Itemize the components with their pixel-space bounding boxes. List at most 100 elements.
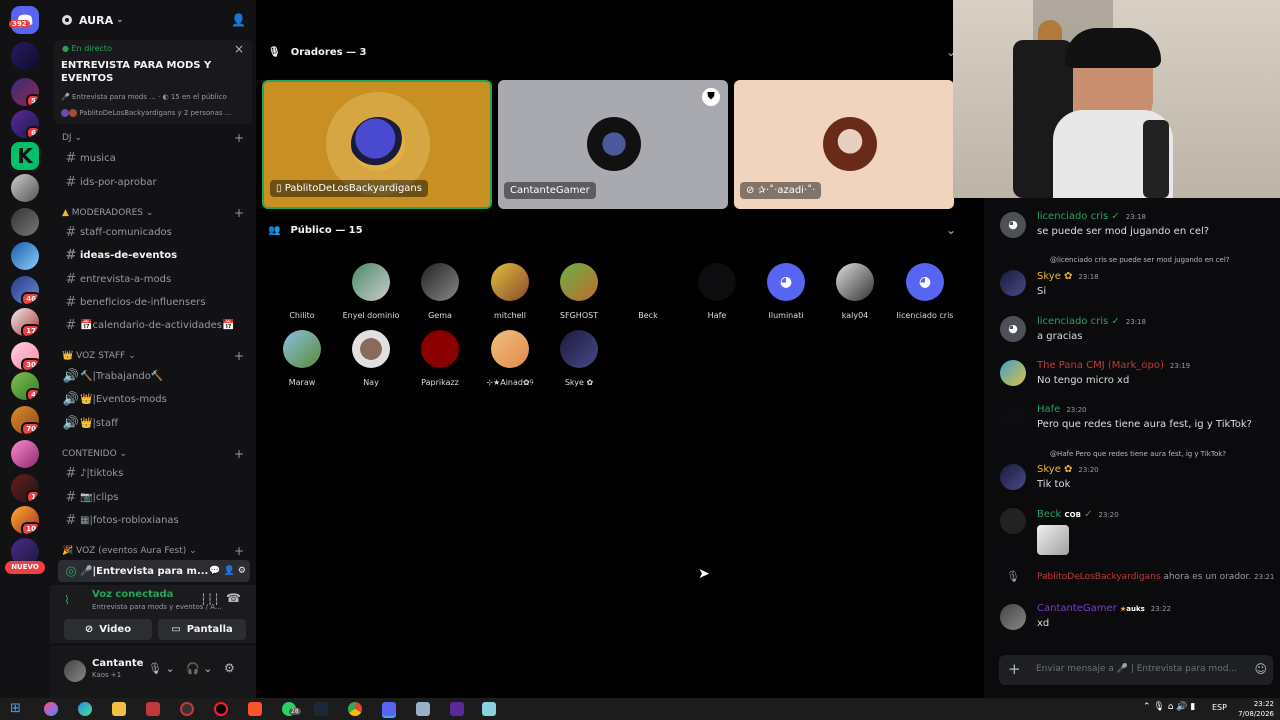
avatar[interactable] <box>1000 464 1026 490</box>
audience-member[interactable]: SFGHOST <box>547 263 611 320</box>
opera-gx-icon[interactable] <box>214 702 228 716</box>
avatar[interactable] <box>1000 508 1026 534</box>
audience-member[interactable]: Enyel dominio <box>339 263 403 320</box>
avatar[interactable] <box>64 660 86 682</box>
avatar[interactable] <box>1000 270 1026 296</box>
brave-icon[interactable] <box>248 702 262 716</box>
channel-ideas-de-eventos[interactable]: # ideas-de-eventos <box>62 244 248 266</box>
stage-channel-entrevista[interactable]: ◎ 🎤 | Entrevista para m... 💬 👤 ⚙ <box>58 560 250 582</box>
add-user-icon[interactable]: 👤 <box>231 13 246 27</box>
channel-beneficios[interactable]: # beneficios-de-influensers <box>62 291 248 313</box>
message-author[interactable]: Skye ✿ 23:18 <box>1037 271 1099 282</box>
server-icon[interactable]: 70 <box>11 406 39 434</box>
audience-member[interactable]: Paprikazz <box>408 330 472 387</box>
tray-icons[interactable]: ⌃ 🎙 ⌂ 🔊 ▮ <box>1143 702 1195 712</box>
settings-gear-icon[interactable]: ⚙ <box>224 661 235 675</box>
app-icon[interactable] <box>146 702 160 716</box>
app-icon[interactable] <box>482 702 496 716</box>
message-author[interactable]: Skye ✿ 23:20 <box>1037 464 1099 475</box>
category-moderadores[interactable]: ▲ MODERADORES ⌄ + <box>62 206 244 220</box>
audience-member[interactable]: Beck <box>616 263 680 320</box>
server-icon[interactable]: 1 <box>11 474 39 502</box>
message-author[interactable]: licenciado cris ✓ 23:18 <box>1037 211 1146 222</box>
audience-member[interactable]: ◕ licenciado cris <box>893 263 957 320</box>
audience-member[interactable]: Hafe <box>685 263 749 320</box>
edge-browser-icon[interactable] <box>78 702 92 716</box>
server-icon[interactable]: 10 <box>11 506 39 534</box>
category-contenido[interactable]: CONTENIDO ⌄ + <box>62 447 244 461</box>
add-channel-icon[interactable]: + <box>234 131 244 145</box>
voice-channel-eventos-mods[interactable]: 🔊 👑 | Eventos-mods <box>62 388 248 410</box>
server-icon[interactable]: 46 <box>11 276 39 304</box>
channel-ids-por-aprobar[interactable]: # ids-por-aprobar <box>62 171 248 193</box>
category-voz-aura[interactable]: 🎉 VOZ (eventos Aura Fest) ⌄ + <box>62 544 244 558</box>
channel-actions-icon[interactable]: 💬 👤 ⚙ <box>209 566 246 576</box>
channel-calendario[interactable]: # 📅 calendario-de-actividades 📅 <box>62 314 248 336</box>
reply-reference[interactable]: @licenciado cris se puede ser mod jugand… <box>1050 256 1230 264</box>
disconnect-icon[interactable]: ☎ <box>226 591 241 605</box>
close-icon[interactable]: × <box>234 42 244 56</box>
server-icon[interactable] <box>11 242 39 270</box>
chrome-icon[interactable] <box>348 702 362 716</box>
server-icon[interactable]: K <box>11 142 39 170</box>
audience-member[interactable]: ⊹★Ainad✿୨ <box>478 330 542 388</box>
file-explorer-icon[interactable] <box>112 702 126 716</box>
app-icon[interactable] <box>180 702 194 716</box>
add-channel-icon[interactable]: + <box>234 206 244 220</box>
live-event-card[interactable]: ● En directo × ENTREVISTA PARA MODS Y EV… <box>54 40 252 124</box>
avatar[interactable] <box>1000 360 1026 386</box>
chevron-down-icon[interactable]: ⌄ <box>946 223 956 237</box>
message-author[interactable]: The Pana CMJ (Mark_opo) 23:19 <box>1037 360 1190 371</box>
server-icon[interactable] <box>11 42 39 70</box>
system-clock[interactable]: 23:22 7/08/2026 <box>1238 699 1274 719</box>
channel-musica[interactable]: # musica <box>62 147 248 169</box>
attach-plus-icon[interactable]: + <box>1008 660 1021 678</box>
speaker-tile[interactable]: ⊘ ✰·˚·azadi·˚· <box>734 80 954 209</box>
audience-member[interactable]: Maraw <box>270 330 334 387</box>
headphones-icon[interactable]: 🎧 ⌄ <box>186 662 212 675</box>
server-icon[interactable]: 4 <box>11 372 39 400</box>
channel-entrevista-a-mods[interactable]: # entrevista-a-mods <box>62 268 248 290</box>
speaker-tile[interactable]: ▯ PablitoDeLosBackyardigans <box>262 80 492 209</box>
add-channel-icon[interactable]: + <box>234 447 244 461</box>
category-voz-staff[interactable]: 👑 VOZ STAFF ⌄ + <box>62 349 244 363</box>
avatar[interactable] <box>1000 405 1026 431</box>
reply-reference[interactable]: @Hafe Pero que redes tiene aura fest, ig… <box>1050 450 1226 458</box>
channel-tiktoks[interactable]: # ♪ | tiktoks <box>62 462 248 484</box>
copilot-icon[interactable] <box>44 702 58 716</box>
message-input[interactable]: + Enviar mensaje a 🎤 | Entrevista para m… <box>999 655 1273 685</box>
server-icon[interactable] <box>11 440 39 468</box>
server-icon[interactable]: 6 <box>11 110 39 138</box>
avatar[interactable] <box>1000 604 1026 630</box>
emoji-icon[interactable]: ☺ <box>1254 662 1267 676</box>
server-icon[interactable]: 30 <box>11 342 39 370</box>
server-icon[interactable] <box>11 174 39 202</box>
screen-share-button[interactable]: ▭ Pantalla <box>158 619 246 640</box>
server-icon[interactable]: 5 <box>11 78 39 106</box>
add-channel-icon[interactable]: + <box>234 544 244 558</box>
noise-suppression-icon[interactable]: ┆┆┆ <box>200 593 220 606</box>
video-button[interactable]: ⊘ Video <box>64 619 152 640</box>
channel-fotos[interactable]: # ▦ | fotos-robloxianas <box>62 509 248 531</box>
windows-start-icon[interactable]: ⊞ <box>10 701 21 716</box>
audience-member[interactable]: mitchell <box>478 263 542 320</box>
discord-icon[interactable] <box>382 702 396 716</box>
server-icon[interactable]: 17 <box>11 308 39 336</box>
category-dj[interactable]: DJ ⌄ + <box>62 131 244 145</box>
message-author[interactable]: licenciado cris ✓ 23:18 <box>1037 316 1146 327</box>
voice-channel-trabajando[interactable]: 🔊 🔨 | Trabajando 🔨 <box>62 365 248 387</box>
channel-clips[interactable]: # 📷 | clips <box>62 486 248 508</box>
channel-staff-comunicados[interactable]: # staff-comunicados <box>62 221 248 243</box>
audience-member[interactable]: kaly04 <box>823 263 887 320</box>
audience-member[interactable]: Chilito <box>270 263 334 320</box>
audience-member[interactable]: Skye ✿ <box>547 330 611 387</box>
steam-icon[interactable] <box>314 702 328 716</box>
message-author[interactable]: Beck COB ✓ 23:20 <box>1037 509 1119 520</box>
add-channel-icon[interactable]: + <box>234 349 244 363</box>
speaker-tile[interactable]: ⛊ CantanteGamer <box>498 80 728 209</box>
message-author[interactable]: Hafe 23:20 <box>1037 404 1087 415</box>
sticker-image[interactable] <box>1037 525 1069 555</box>
app-icon[interactable] <box>450 702 464 716</box>
language-indicator[interactable]: ESP <box>1212 703 1227 712</box>
server-icon[interactable] <box>11 208 39 236</box>
